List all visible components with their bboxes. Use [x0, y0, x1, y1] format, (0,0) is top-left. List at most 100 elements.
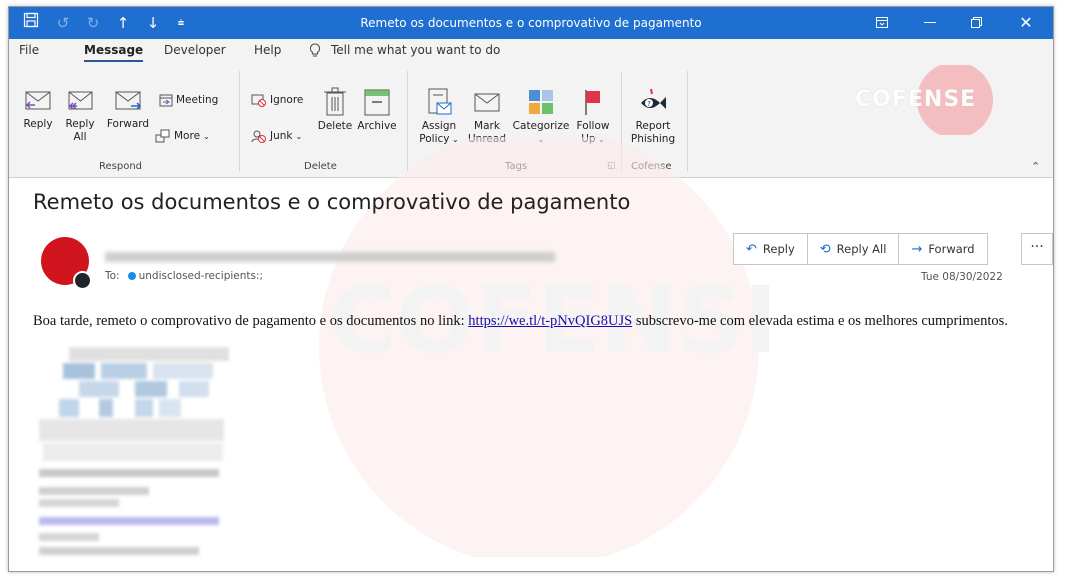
archive-icon: [364, 89, 390, 116]
forward-icon: [115, 91, 142, 110]
chevron-down-icon: ⌄: [295, 131, 303, 141]
delete-button[interactable]: Delete: [315, 87, 355, 133]
restore-button[interactable]: [953, 7, 999, 39]
title-bar: ↺ ↻ ↑ ↓ ⩧ Remeto os documentos e o compr…: [9, 7, 1053, 39]
tell-me-search[interactable]: Tell me what you want to do: [331, 43, 500, 57]
close-button[interactable]: ✕: [1003, 7, 1049, 39]
categorize-label: Categorize: [512, 120, 570, 132]
forward-label: Forward: [928, 242, 975, 256]
archive-button[interactable]: Archive: [355, 87, 399, 133]
chevron-down-icon: ⌄: [203, 131, 210, 141]
phish-hook-icon: ?: [641, 88, 666, 109]
reply-all-icon: ⟲: [819, 242, 831, 257]
categorize-button[interactable]: Categorize ⌄: [509, 87, 573, 146]
report-phishing-button[interactable]: ? Report Phishing: [625, 87, 681, 146]
tab-file[interactable]: File: [19, 43, 39, 57]
divider: [407, 71, 408, 171]
junk-button[interactable]: Junk ⌄: [251, 129, 302, 143]
dialog-launcher-icon[interactable]: ◱: [607, 161, 616, 171]
envelope-icon: [474, 93, 500, 112]
reply-icon: ↶: [746, 242, 757, 257]
junk-icon: [251, 130, 266, 143]
reply-label: Reply: [23, 118, 53, 130]
more-respond-button[interactable]: More ⌄: [155, 129, 210, 143]
ribbon: Reply Reply All Forward Meeting More ⌄ Re…: [9, 62, 1053, 178]
tab-help[interactable]: Help: [254, 43, 281, 57]
forward-label: Forward: [106, 118, 150, 130]
mark-unread-button[interactable]: Mark Unread: [465, 87, 509, 146]
chevron-down-icon: ⌄: [537, 135, 545, 144]
svg-text:?: ?: [647, 100, 651, 108]
header-forward-button[interactable]: → Forward: [899, 234, 986, 264]
delete-label: Delete: [317, 120, 353, 132]
signature-logo-redacted: [39, 347, 229, 555]
forward-icon: →: [911, 242, 923, 257]
more-icon: [155, 129, 170, 143]
outlook-message-window: ↺ ↻ ↑ ↓ ⩧ Remeto os documentos e o compr…: [8, 6, 1054, 572]
junk-label: Junk: [270, 130, 293, 142]
archive-label: Archive: [357, 120, 397, 132]
group-tags-label: Tags: [505, 161, 528, 172]
recipients[interactable]: undisclosed-recipients:;: [139, 270, 263, 282]
message-date: Tue 08/30/2022: [921, 271, 1003, 283]
assign-policy-button[interactable]: Assign Policy ⌄: [417, 87, 461, 146]
flag-icon: [585, 90, 600, 115]
ignore-label: Ignore: [270, 94, 304, 106]
to-label: To:: [105, 270, 120, 282]
divider: [621, 71, 622, 171]
up-label: Up: [581, 133, 596, 145]
header-reply-all-button[interactable]: ⟲ Reply All: [808, 234, 900, 264]
lightbulb-icon: [309, 43, 321, 61]
message-actions: ↶ Reply ⟲ Reply All → Forward: [733, 233, 988, 265]
divider: [239, 71, 240, 171]
reply-all-button[interactable]: Reply All: [61, 87, 99, 144]
reply-all-label: Reply: [65, 118, 95, 130]
meeting-label: Meeting: [176, 94, 219, 106]
recipient-dot-icon: [127, 272, 136, 280]
message-body: Boa tarde, remeto o comprovativo de paga…: [33, 312, 1043, 330]
group-cofense-label: Cofense: [631, 161, 672, 172]
ignore-button[interactable]: Ignore: [251, 93, 303, 107]
more-label: More: [174, 130, 201, 142]
policy-label: Policy: [419, 133, 450, 145]
meeting-button[interactable]: Meeting: [159, 93, 218, 107]
message-subject: Remeto os documentos e o comprovativo de…: [33, 190, 631, 214]
body-text-end: subscrevo-me com elevada estima e os mel…: [632, 313, 1008, 329]
ribbon-tabs: File Message Developer Help Tell me what…: [9, 39, 1053, 65]
mark-label: Mark: [474, 120, 500, 132]
ignore-icon: [251, 94, 266, 107]
categorize-icon: [529, 90, 553, 114]
more-actions-button[interactable]: ···: [1021, 233, 1053, 265]
policy-icon: [428, 88, 452, 115]
report-label: Report: [635, 120, 671, 132]
cofense-logo-text: COFENSE: [855, 87, 977, 112]
header-reply-button[interactable]: ↶ Reply: [734, 234, 808, 264]
body-text-start: Boa tarde, remeto o comprovativo de paga…: [33, 313, 469, 329]
collapse-ribbon-icon[interactable]: ⌃: [1031, 160, 1040, 173]
divider: [687, 71, 688, 171]
ribbon-display-icon[interactable]: [859, 7, 905, 39]
presence-indicator: [73, 271, 92, 290]
assign-label: Assign: [421, 120, 457, 132]
unread-label: Unread: [468, 133, 506, 145]
sender-redacted: [105, 252, 555, 262]
chevron-down-icon: ⌄: [595, 135, 605, 144]
reply-label: Reply: [762, 242, 795, 256]
minimize-button[interactable]: —: [907, 7, 953, 39]
calendar-icon: [159, 94, 173, 107]
reply-all-label-2: All: [73, 131, 87, 143]
tab-developer[interactable]: Developer: [164, 43, 226, 57]
phishing-label: Phishing: [630, 133, 676, 145]
tab-message[interactable]: Message: [84, 43, 144, 62]
forward-button[interactable]: Forward: [103, 87, 153, 131]
body-link[interactable]: https://we.tl/t-pNvQIG8UJS: [468, 313, 632, 329]
recipients-line: To: undisclosed-recipients:;: [105, 270, 263, 282]
group-delete-label: Delete: [304, 161, 337, 172]
reply-icon: [25, 91, 51, 110]
group-respond-label: Respond: [99, 161, 143, 172]
trash-icon: [324, 87, 346, 116]
reply-button[interactable]: Reply: [21, 87, 55, 131]
follow-up-button[interactable]: Follow Up ⌄: [573, 87, 613, 146]
cofense-logo: COFENSE: [829, 62, 1029, 138]
reply-all-icon: [68, 91, 93, 110]
